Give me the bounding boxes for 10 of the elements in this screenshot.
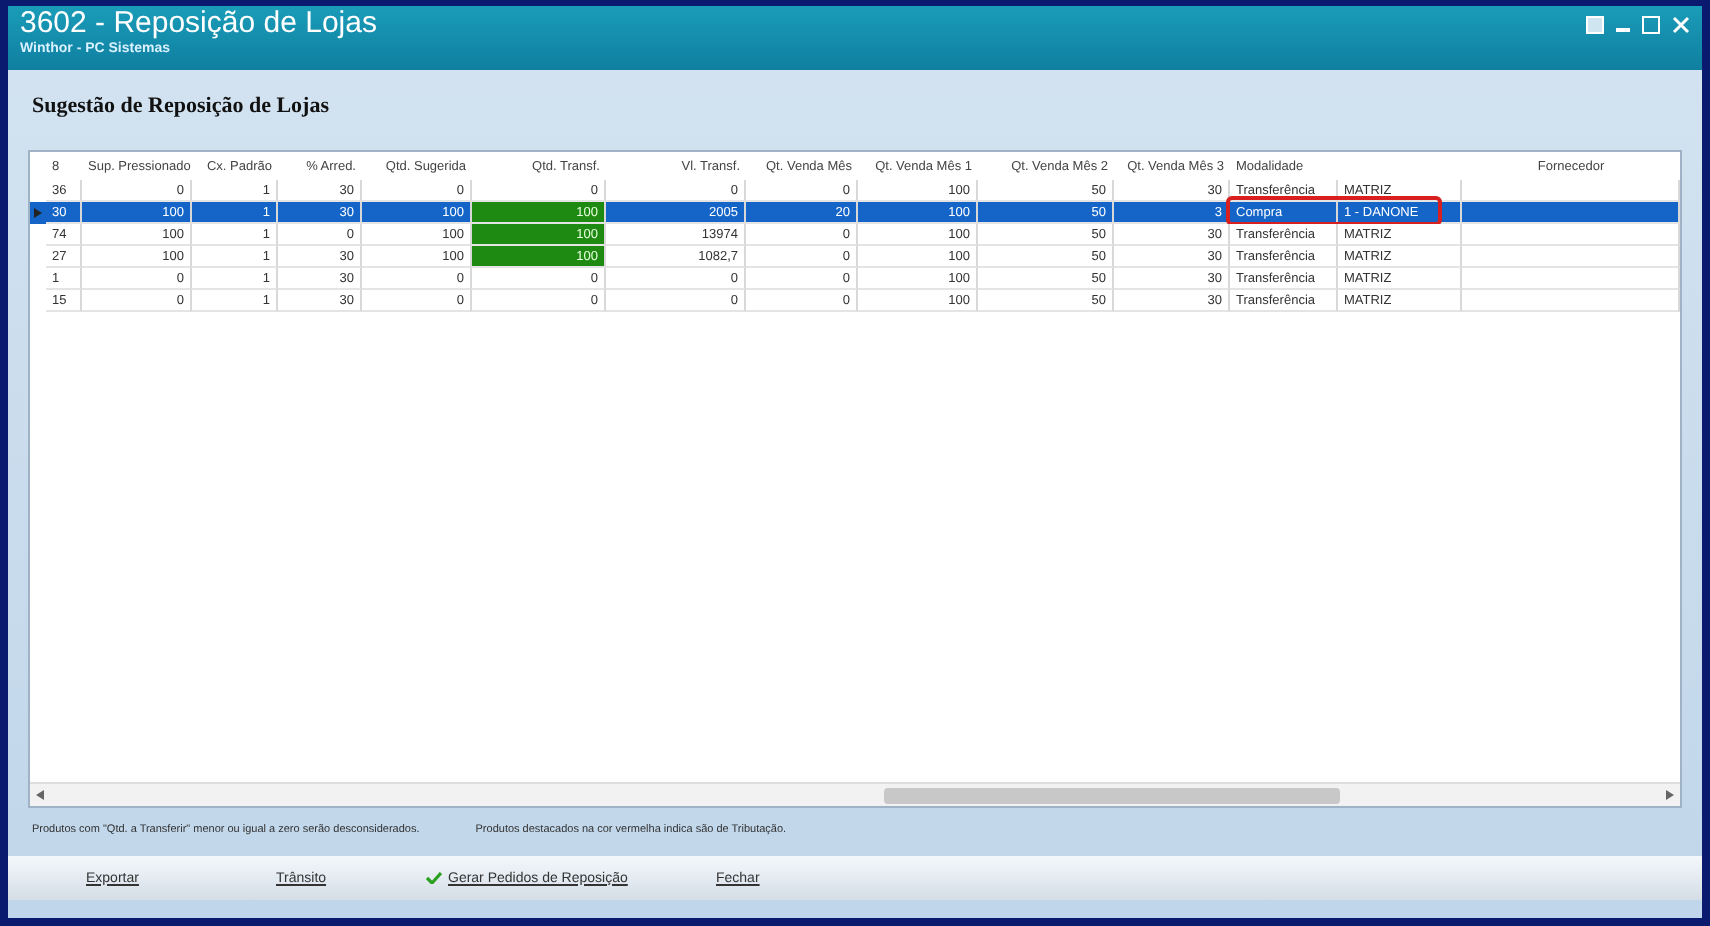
scrollbar-thumb[interactable]: [884, 787, 1340, 803]
section-title: Sugestão de Reposição de Lojas: [32, 94, 330, 118]
checkmark-icon: [426, 872, 442, 884]
scroll-right-icon[interactable]: [1666, 790, 1674, 800]
row-pointer-icon: [34, 208, 42, 218]
horizontal-scrollbar[interactable]: [30, 782, 1680, 806]
scroll-left-icon[interactable]: [36, 790, 44, 800]
maximize-icon[interactable]: [1642, 16, 1660, 34]
window-title: 3602 - Reposição de Lojas: [20, 6, 377, 41]
close-icon[interactable]: [1672, 16, 1690, 34]
